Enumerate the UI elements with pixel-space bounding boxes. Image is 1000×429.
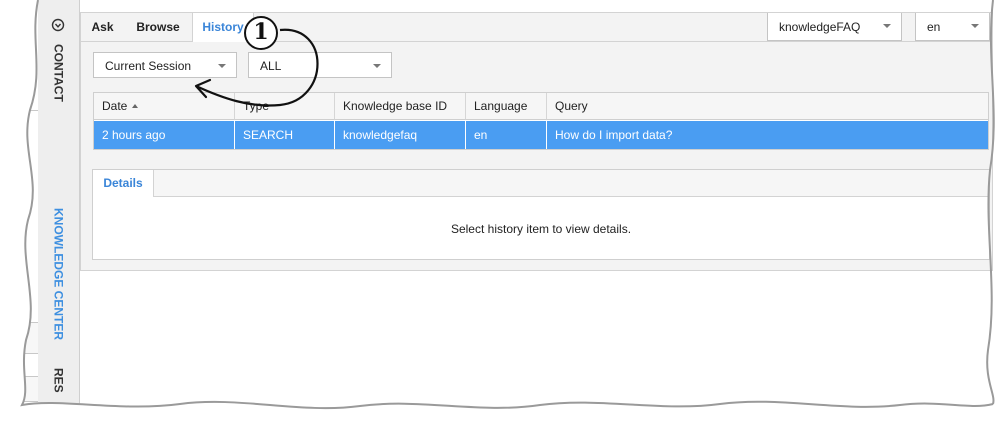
session-filter-select[interactable]: Current Session bbox=[93, 52, 237, 78]
language-select[interactable]: en bbox=[915, 13, 990, 41]
cell-language: en bbox=[466, 121, 547, 149]
details-tab-bar: Details bbox=[93, 170, 989, 197]
left-rail: CONTACT KNOWLEDGE CENTER RES bbox=[38, 0, 80, 429]
sort-ascending-icon bbox=[132, 104, 139, 108]
chevron-down-icon bbox=[373, 64, 381, 68]
tab-bar: Ask Browse History knowledgeFAQ en bbox=[81, 13, 992, 42]
tab-ask[interactable]: Ask bbox=[85, 13, 120, 41]
knowledge-base-select[interactable]: knowledgeFAQ bbox=[767, 13, 902, 41]
column-header-language[interactable]: Language bbox=[466, 93, 547, 120]
details-empty-message: Select history item to view details. bbox=[450, 222, 632, 236]
cell-query: How do I import data? bbox=[547, 121, 988, 149]
type-filter-select[interactable]: ALL bbox=[248, 52, 392, 78]
column-header-kb-id[interactable]: Knowledge base ID bbox=[335, 93, 466, 120]
left-panel-fragment bbox=[20, 376, 38, 402]
history-table: Date Type Knowledge base ID Language Que… bbox=[93, 92, 989, 150]
cell-kb-id: knowledgefaq bbox=[335, 121, 466, 149]
column-header-date[interactable]: Date bbox=[94, 93, 235, 120]
tab-details[interactable]: Details bbox=[93, 170, 154, 197]
column-header-query[interactable]: Query bbox=[547, 93, 988, 120]
knowledge-base-value: knowledgeFAQ bbox=[779, 20, 861, 34]
chevron-down-icon bbox=[971, 24, 979, 28]
column-header-type[interactable]: Type bbox=[235, 93, 335, 120]
cell-date: 2 hours ago bbox=[94, 121, 235, 149]
tab-browse[interactable]: Browse bbox=[128, 13, 188, 41]
knowledge-center-panel: Ask Browse History knowledgeFAQ en Curre… bbox=[80, 12, 993, 271]
column-header-label: Date bbox=[102, 99, 128, 113]
details-panel: Details Select history item to view deta… bbox=[92, 169, 990, 260]
chevron-down-icon bbox=[218, 64, 226, 68]
left-panel-fragment bbox=[20, 110, 38, 342]
language-value: en bbox=[927, 20, 941, 34]
rail-tab-contact[interactable]: CONTACT bbox=[38, 44, 79, 114]
circle-arrow-down-icon[interactable] bbox=[51, 18, 65, 32]
step-callout-badge: 1 bbox=[244, 16, 278, 50]
type-filter-value: ALL bbox=[260, 59, 282, 73]
cell-type: SEARCH bbox=[235, 121, 335, 149]
left-panel-fragment bbox=[20, 322, 38, 354]
chevron-down-icon bbox=[883, 24, 891, 28]
rail-tab-knowledge-center[interactable]: KNOWLEDGE CENTER bbox=[38, 208, 79, 348]
rail-tab-res[interactable]: RES bbox=[38, 368, 79, 418]
session-filter-value: Current Session bbox=[105, 59, 192, 73]
